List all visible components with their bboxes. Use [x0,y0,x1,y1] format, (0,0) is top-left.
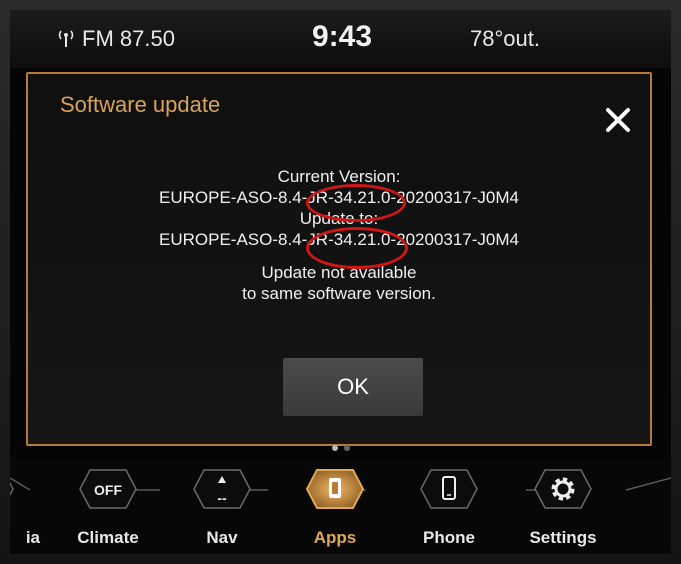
radio-status[interactable]: FM 87.50 [58,26,175,52]
highlight-ellipse-current [306,184,406,222]
nav-compass-indicator: -- [217,490,227,506]
nav-hex-frame [10,481,14,497]
page-dot-2 [344,445,350,451]
radio-station: FM 87.50 [82,26,175,51]
dialog-title: Software update [60,92,221,117]
close-button[interactable] [598,100,638,140]
nav-item-media[interactable]: ia [10,458,40,554]
page-dot-1 [332,445,338,451]
page-indicator [332,445,350,451]
nav-label-apps: Apps [313,528,357,547]
bottom-nav-bar: ia OFF Climate -- Nav Apps Phone Setting… [10,458,671,554]
highlight-ellipse-update [306,227,408,269]
nav-label-phone: Phone [423,528,475,547]
nav-item-nav[interactable]: -- Nav [167,458,277,554]
status-bar: FM 87.50 9:43 78°out. [10,10,671,68]
nav-label-settings: Settings [529,528,597,547]
outside-temperature: 78°out. [470,26,540,51]
ok-button[interactable]: OK [283,358,423,416]
software-update-dialog: Software update Current Version: EUROPE-… [26,72,652,446]
climate-off-indicator: OFF [94,482,122,498]
infotainment-screen: FM 87.50 9:43 78°out. Software update Cu… [10,10,671,554]
nav-hex-frame-active [305,469,365,509]
close-icon [606,108,630,132]
nav-label-nav: Nav [206,528,238,547]
nav-item-phone[interactable]: Phone [394,458,504,554]
clock-time: 9:43 [312,20,373,53]
gear-icon [534,469,592,509]
antenna-icon [58,30,74,47]
nav-label-climate: Climate [77,528,139,547]
phone-icon [420,469,478,509]
nav-item-climate[interactable]: OFF Climate [53,458,163,554]
nav-item-settings[interactable]: Settings [508,458,618,554]
nav-label-media: ia [25,528,40,547]
nav-item-apps[interactable]: Apps [280,458,390,554]
current-version-label: Current Version: [277,167,401,186]
note-line-2: to same software version. [242,284,436,303]
